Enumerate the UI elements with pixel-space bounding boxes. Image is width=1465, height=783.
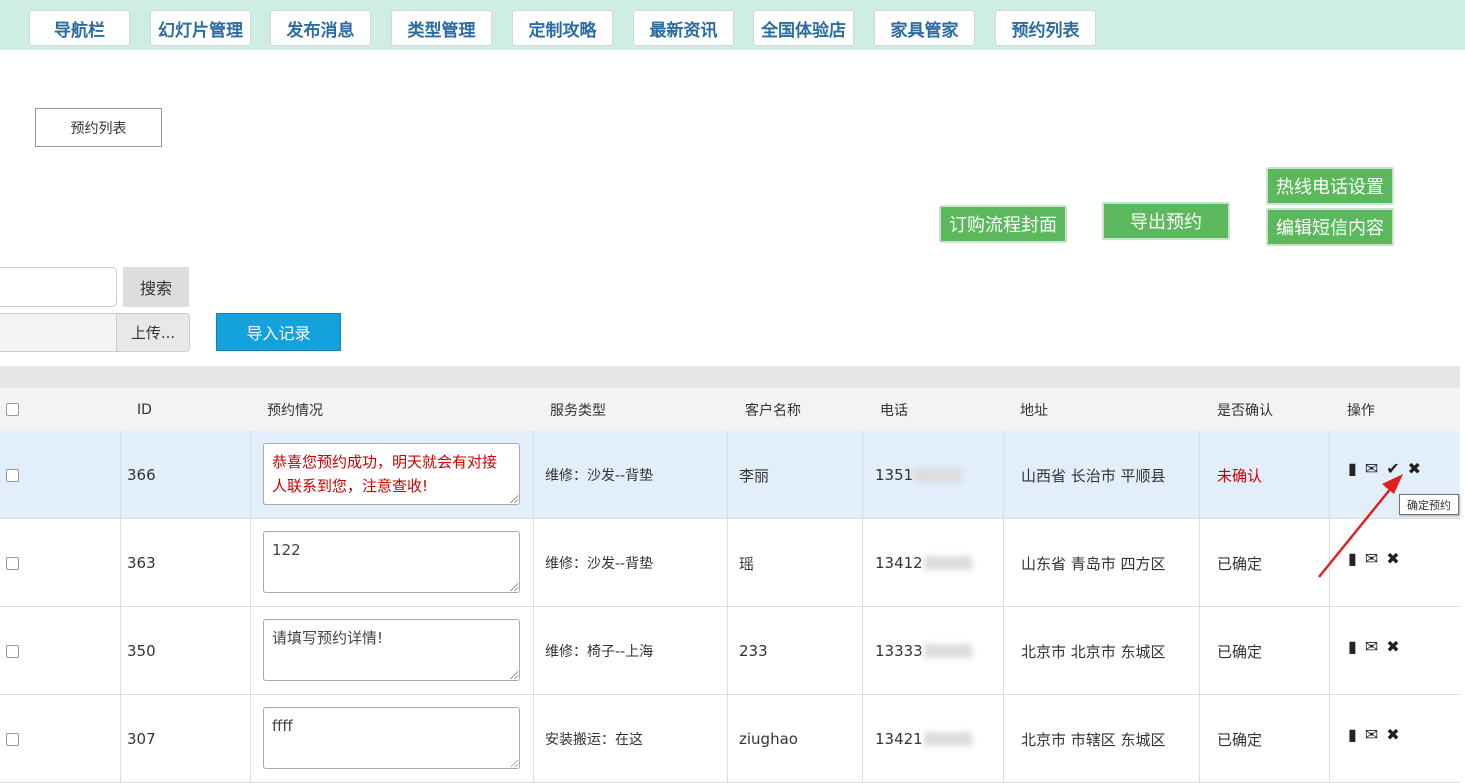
annotation-arrow-icon [1318,474,1403,578]
